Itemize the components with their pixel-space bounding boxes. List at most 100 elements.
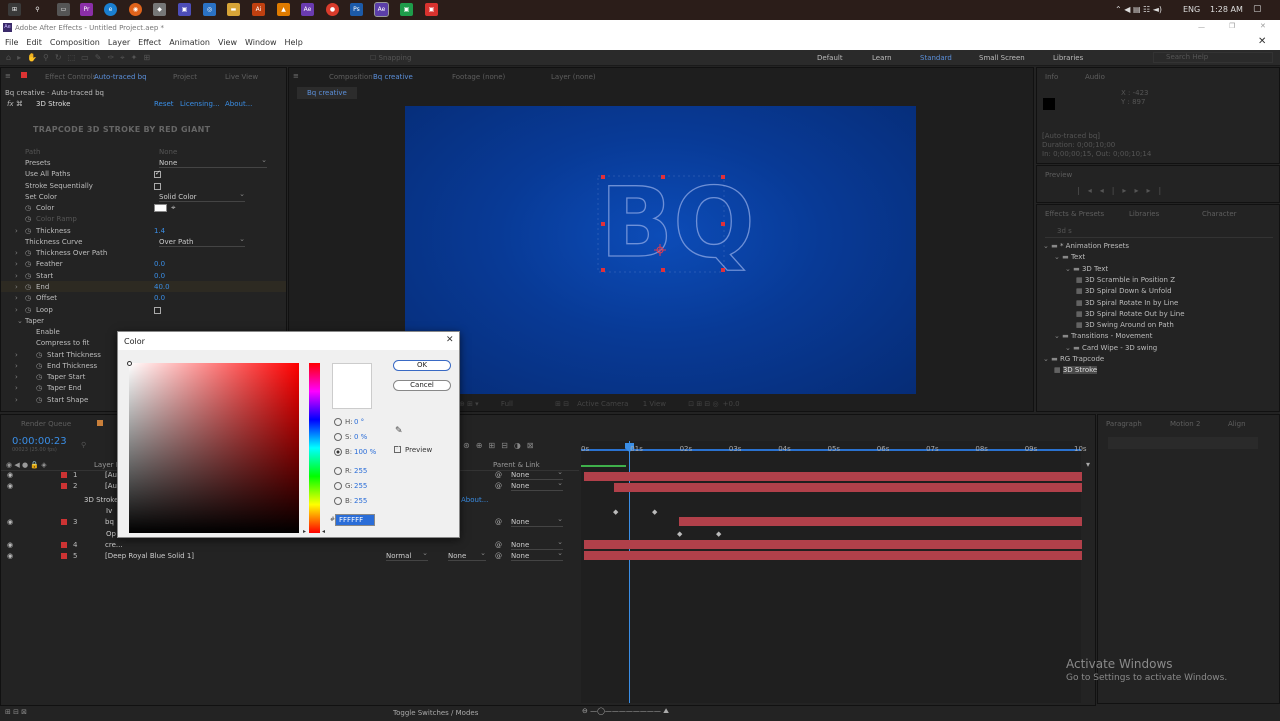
stopwatch-icon[interactable]: ◷ xyxy=(36,396,42,404)
effects-search-input[interactable]: 3d s xyxy=(1045,227,1273,238)
preset-item-3d-spiral-rotate-out-by-line[interactable]: ▦ 3D Spiral Rotate Out by Line xyxy=(1076,310,1185,318)
checkbox-stroke-sequentially[interactable] xyxy=(154,183,161,190)
av-switches-icons[interactable]: ◉ ◀ ● 🔒 ◈ xyxy=(6,461,47,469)
app2-icon[interactable]: ▣ xyxy=(178,3,191,16)
dropdown-set-color[interactable]: Solid Color xyxy=(159,190,245,202)
table-row[interactable]: ◉ 4 cre... None @ xyxy=(1,538,579,551)
playback-controls[interactable]: |◂◂|▸▸▸| xyxy=(1077,186,1169,195)
menu-view[interactable]: View xyxy=(218,38,237,47)
stopwatch-icon[interactable]: ◷ xyxy=(36,384,42,392)
panel-menu-icon[interactable]: ≡ xyxy=(5,72,11,80)
visibility-eye-icon[interactable]: ◉ xyxy=(7,518,13,526)
paragraph-align-buttons[interactable] xyxy=(1108,437,1258,449)
eyedropper-icon[interactable]: ⌖ xyxy=(171,203,176,213)
label-color-chip[interactable] xyxy=(61,483,67,489)
stopwatch-icon[interactable]: ◷ xyxy=(36,351,42,359)
layer-name[interactable]: [Au xyxy=(105,471,117,479)
radio-s-1[interactable] xyxy=(334,433,342,441)
preset-item-3d-spiral-down-unfold[interactable]: ▦ 3D Spiral Down & Unfold xyxy=(1076,287,1172,295)
eyedropper-icon[interactable]: ✎ xyxy=(395,426,403,436)
menu-help[interactable]: Help xyxy=(285,38,303,47)
menu-file[interactable]: File xyxy=(5,38,18,47)
lock-icon[interactable] xyxy=(21,72,27,78)
illustrator-icon[interactable]: Ai xyxy=(252,3,265,16)
app5-icon[interactable]: ▣ xyxy=(400,3,413,16)
comp-footer-controls[interactable]: ⊕ ⊞ ▾ Full ⊞ ⊟ Active Camera 1 View ⊡ ⊞ ⊟… xyxy=(459,400,859,408)
label-color-chip[interactable] xyxy=(61,472,67,478)
vlc-icon[interactable]: ▲ xyxy=(277,3,290,16)
radio-r-3[interactable] xyxy=(334,467,342,475)
expand-icon[interactable]: › xyxy=(15,351,18,359)
keyframe-3-icon[interactable]: ◆ xyxy=(677,530,682,538)
preset-item-3d-stroke[interactable]: ▦ 3D Stroke xyxy=(1054,366,1098,375)
tab-audio[interactable]: Audio xyxy=(1085,73,1105,81)
preview-checkbox[interactable] xyxy=(394,444,401,453)
workspace-libraries[interactable]: Libraries xyxy=(1053,54,1083,62)
comp-canvas[interactable]: BQ xyxy=(405,106,916,394)
pickwhip-icon[interactable]: @ xyxy=(495,471,502,479)
comp-subtab[interactable]: Bq creative xyxy=(297,87,357,99)
radio-h-0[interactable] xyxy=(334,418,342,426)
expand-icon[interactable]: › xyxy=(15,373,18,381)
parent-dropdown[interactable]: None xyxy=(511,479,563,491)
label-color-chip[interactable] xyxy=(61,553,67,559)
folder-icon[interactable]: ▬ xyxy=(227,3,240,16)
parent-dropdown[interactable]: None xyxy=(511,538,563,550)
keyframe-2-icon[interactable]: ◆ xyxy=(652,508,657,516)
hue-slider[interactable] xyxy=(309,363,320,533)
keyframe-4-icon[interactable]: ◆ xyxy=(716,530,721,538)
aftereffects-icon[interactable]: Ae xyxy=(374,2,389,17)
menu-layer[interactable]: Layer xyxy=(108,38,130,47)
workspace-learn[interactable]: Learn xyxy=(872,54,892,62)
expand-icon[interactable]: ⌄ xyxy=(17,317,23,325)
checkbox-use-all-paths[interactable] xyxy=(154,169,161,178)
tab-effect-controls[interactable]: Effect Controls xyxy=(45,73,96,81)
zoom-slider[interactable]: ⊖ —◯———————— ⛰ xyxy=(582,707,669,716)
edge-icon[interactable]: e xyxy=(104,3,117,16)
close-icon[interactable]: ✕ xyxy=(1260,22,1266,30)
layer2-bar[interactable] xyxy=(614,483,1082,492)
dropdown-thickness-curve[interactable]: Over Path xyxy=(159,235,245,247)
expand-icon[interactable]: › xyxy=(15,249,18,257)
color-field-value[interactable]: 255 xyxy=(354,497,367,505)
workspace-standard[interactable]: Standard xyxy=(920,54,952,62)
stopwatch-icon[interactable]: ◷ xyxy=(25,272,31,280)
licensing-link[interactable]: Licensing... xyxy=(180,100,220,108)
menu-window[interactable]: Window xyxy=(245,38,277,47)
layer4-bar[interactable] xyxy=(584,540,1082,549)
expand-icon[interactable]: › xyxy=(15,260,18,268)
preset-item-3d-text[interactable]: ⌄ ▬ 3D Text xyxy=(1065,265,1108,273)
preset-item-3d-spiral-rotate-in-by-line[interactable]: ▦ 3D Spiral Rotate In by Line xyxy=(1076,299,1178,307)
ok-button[interactable]: OK xyxy=(393,360,451,371)
menu-edit[interactable]: Edit xyxy=(26,38,42,47)
menu-close-icon[interactable]: ✕ xyxy=(1258,36,1266,47)
visibility-eye-icon[interactable]: ◉ xyxy=(7,482,13,490)
label-color-chip[interactable] xyxy=(61,519,67,525)
hue-slider-left-arrow-icon[interactable]: ▸ xyxy=(303,528,306,535)
stopwatch-icon[interactable]: ◷ xyxy=(25,260,31,268)
preset-item-text[interactable]: ⌄ ▬ Text xyxy=(1054,253,1085,261)
radio-b-5[interactable] xyxy=(334,497,342,505)
current-timecode[interactable]: 0:00:00:23 xyxy=(12,436,67,447)
menu-composition[interactable]: Composition xyxy=(50,38,100,47)
workspace-default[interactable]: Default xyxy=(817,54,843,62)
layer-name[interactable]: 3D Stroke xyxy=(84,496,118,504)
app6-icon[interactable]: ▣ xyxy=(425,3,438,16)
stopwatch-icon[interactable]: ◷ xyxy=(25,227,31,235)
search-icon[interactable]: ⚲ xyxy=(31,3,44,16)
search-help-input[interactable]: Search Help xyxy=(1153,52,1273,63)
label-color-chip[interactable] xyxy=(61,542,67,548)
layer-name[interactable]: cre... xyxy=(105,541,123,549)
expand-icon[interactable]: › xyxy=(15,396,18,404)
effect-name[interactable]: 3D Stroke xyxy=(36,100,70,108)
reset-link[interactable]: Reset xyxy=(154,100,174,108)
timeline-end-marker-icon[interactable]: ▾ xyxy=(1086,460,1090,469)
layer-name[interactable]: Iv xyxy=(106,507,112,515)
prop-value-feather[interactable]: 0.0 xyxy=(154,260,165,268)
timeline-graph[interactable]: ◆ ◆ ◆ ◆ xyxy=(581,441,1082,703)
notification-icon[interactable]: ▢ xyxy=(1253,4,1262,14)
preset-item-transitions-movement[interactable]: ⌄ ▬ Transitions - Movement xyxy=(1054,332,1153,340)
workspace-small-screen[interactable]: Small Screen xyxy=(979,54,1025,62)
tab-motion2[interactable]: Motion 2 xyxy=(1170,420,1200,428)
tab-align[interactable]: Align xyxy=(1228,420,1246,428)
